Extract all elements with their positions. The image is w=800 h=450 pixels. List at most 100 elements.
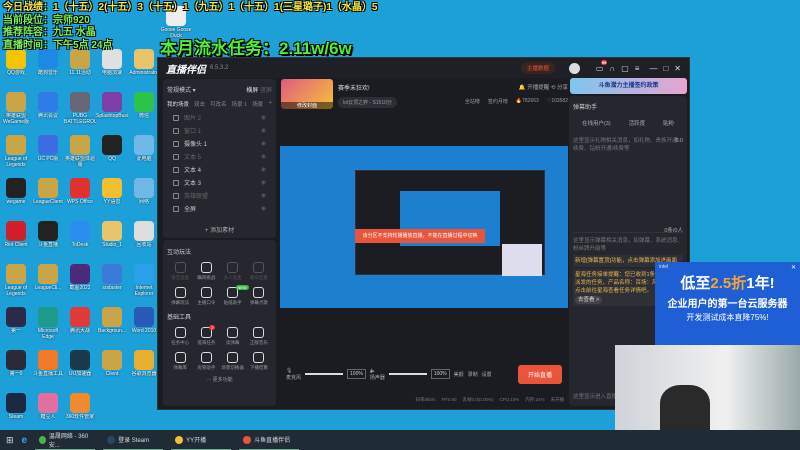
- desktop-icon[interactable]: WPS Office: [64, 176, 96, 218]
- desktop-icon[interactable]: LeagueClient: [32, 176, 64, 218]
- tool-tools[interactable]: 正版音乐: [246, 325, 272, 346]
- desktop-icon[interactable]: UC PC版: [32, 133, 64, 175]
- desktop-icon[interactable]: 360软件管家: [64, 391, 96, 433]
- desktop-icon[interactable]: 糖豆人: [32, 391, 64, 433]
- tool-interactive[interactable]: 贴纸助手 NEW: [220, 285, 249, 306]
- desktop-icon[interactable]: UU加速器: [64, 348, 96, 390]
- window-icon[interactable]: ▢: [621, 64, 629, 73]
- desktop-icon[interactable]: PUBG BATTLEGROUNDS: [64, 90, 96, 132]
- desktop-icon[interactable]: 截图2022: [64, 262, 96, 304]
- scene-tab[interactable]: 场景 1: [232, 100, 248, 108]
- tool-interactive[interactable]: 多人连麦: [220, 260, 246, 281]
- desktop-icon[interactable]: Steam: [0, 391, 32, 433]
- mode-dropdown[interactable]: 常规模式 ▾: [167, 85, 196, 94]
- tool-interactive[interactable]: 主播口令: [193, 285, 219, 306]
- source-item[interactable]: 摄像头 1 ◉: [167, 137, 272, 150]
- avatar[interactable]: [568, 62, 580, 74]
- desktop-icon[interactable]: 电脑加速: [96, 47, 128, 89]
- tool-tools[interactable]: 弹幕库: [167, 350, 193, 371]
- danmu-tab[interactable]: 在线用户(3): [582, 119, 611, 127]
- desktop-icon[interactable]: 腾讯大战: [64, 305, 96, 347]
- desktop-icon[interactable]: League of Legends: [0, 133, 32, 175]
- ie-icon[interactable]: e: [22, 435, 28, 446]
- danmu-tab[interactable]: 活跃度: [629, 119, 646, 127]
- desktop-icon[interactable]: Backgroun...: [96, 305, 128, 347]
- desktop-icon[interactable]: QQ: [96, 133, 128, 175]
- desktop-icon[interactable]: Microsoft Edge: [32, 305, 64, 347]
- mic-button[interactable]: 🎙 麦克风: [286, 368, 301, 381]
- tool-interactive[interactable]: 弹幕点歌: [246, 285, 272, 306]
- add-source-button[interactable]: + 添加素材: [167, 225, 272, 234]
- visibility-icon[interactable]: ◉: [261, 140, 266, 147]
- scene-tab[interactable]: 双击: [194, 100, 205, 108]
- tool-interactive[interactable]: 弹幕玩法: [167, 285, 193, 306]
- tool-interactive[interactable]: 语音连麦: [167, 260, 193, 281]
- room-cover[interactable]: 修改封面: [281, 79, 333, 109]
- speaker-volume[interactable]: 100%: [430, 369, 450, 379]
- visibility-icon[interactable]: ◉: [261, 179, 266, 186]
- beauty-button[interactable]: 美颜: [454, 371, 464, 378]
- taskbar-item[interactable]: 斗鱼直播伴侣: [239, 430, 300, 450]
- taskbar-item[interactable]: 登录 Steam: [103, 430, 164, 450]
- visibility-icon[interactable]: ◉: [261, 166, 266, 173]
- share-button[interactable]: 分享: [557, 85, 568, 91]
- message-icon[interactable]: ▭ 99: [596, 59, 608, 73]
- desktop-icon[interactable]: 谷歌浏览器: [128, 348, 160, 390]
- desktop-icon[interactable]: Internet Explorer: [128, 262, 160, 304]
- start-icon[interactable]: ⊞: [6, 435, 14, 446]
- desktop-icon[interactable]: SplashtopBusiness: [96, 90, 128, 132]
- start-live-button[interactable]: 开始直播: [517, 364, 562, 384]
- landscape-toggle[interactable]: 横屏: [246, 88, 258, 94]
- desktop-icon[interactable]: 腾讯会议: [32, 90, 64, 132]
- menu-icon[interactable]: ≡: [635, 64, 640, 73]
- source-item[interactable]: 文本 3 ◉: [167, 176, 272, 189]
- desktop-icon[interactable]: Client: [96, 348, 128, 390]
- maximize-button[interactable]: □: [663, 64, 668, 73]
- visibility-icon[interactable]: ◉: [261, 153, 266, 160]
- source-item[interactable]: 全屏 ◉: [167, 202, 272, 215]
- tool-interactive[interactable]: 瞩目挑战: [193, 260, 219, 281]
- mic-volume-slider[interactable]: [305, 373, 344, 375]
- settings-button[interactable]: 设置: [482, 371, 492, 378]
- tool-tools[interactable]: 读弹幕: [220, 325, 246, 346]
- speaker-button[interactable]: 🔈 扬声器: [370, 368, 385, 381]
- desktop-icon[interactable]: 网络: [128, 176, 160, 218]
- desktop-icon[interactable]: sodaster: [96, 262, 128, 304]
- mic-volume[interactable]: 100%: [347, 369, 366, 379]
- source-item[interactable]: 英雄联盟 ◉: [167, 189, 272, 202]
- desktop-icon[interactable]: Administrator: [128, 47, 160, 89]
- desktop-icon[interactable]: YY语音: [96, 176, 128, 218]
- live-data-button[interactable]: 主播数据: [520, 62, 555, 74]
- danmu-tab[interactable]: 贴粉: [663, 119, 674, 127]
- ad-close-icon[interactable]: ✕: [791, 264, 796, 271]
- source-item[interactable]: 窗口 1 ◉: [167, 124, 272, 137]
- visibility-icon[interactable]: ◉: [261, 127, 266, 134]
- scene-tab[interactable]: 我的场景: [167, 100, 189, 108]
- desktop-icon[interactable]: 回收站: [128, 219, 160, 261]
- start-reminder[interactable]: 开播提醒: [527, 85, 549, 91]
- desktop-icon[interactable]: QQ游戏: [0, 47, 32, 89]
- desktop-icon[interactable]: 斗鱼直播: [32, 219, 64, 261]
- desktop-icon[interactable]: 微信: [128, 90, 160, 132]
- taskbar-item[interactable]: 温晟网络 - 360安...: [35, 430, 96, 450]
- source-item[interactable]: 文本 5 ◉: [167, 150, 272, 163]
- rank-link[interactable]: 全站榜: [465, 98, 480, 105]
- room-title[interactable]: 赛季末狂欢!: [338, 83, 370, 92]
- ad-popup[interactable]: intel ✕ 低至2.5折1年! 企业用户的第一台云服务器 开发测试成本直降7…: [655, 262, 800, 346]
- minimize-button[interactable]: —: [649, 64, 657, 73]
- desktop-icon[interactable]: ToDesk: [64, 219, 96, 261]
- desktop-icon[interactable]: 酷狗音乐: [32, 47, 64, 89]
- speaker-volume-slider[interactable]: [388, 373, 427, 375]
- tool-tools[interactable]: 任务中心: [167, 325, 193, 346]
- desktop-icon[interactable]: 第一0: [0, 348, 32, 390]
- go-view-button[interactable]: 去查看 >: [575, 296, 603, 304]
- desktop-icon[interactable]: 斗鱼直播工具: [32, 348, 64, 390]
- tool-tools[interactable]: 房管助手: [193, 350, 219, 371]
- category-selector[interactable]: lol云顶之弈 - S1510分: [338, 97, 397, 108]
- headset-icon[interactable]: ∩: [609, 64, 615, 73]
- portrait-toggle[interactable]: 竖屏: [260, 88, 272, 94]
- desktop-icon[interactable]: Word 2010: [128, 305, 160, 347]
- visibility-icon[interactable]: ◉: [261, 114, 266, 121]
- desktop-icon[interactable]: League of Legends: [0, 262, 32, 304]
- stream-preview[interactable]: 该分区不支持轮播播放直播。不能在直播过程中切换: [280, 146, 568, 308]
